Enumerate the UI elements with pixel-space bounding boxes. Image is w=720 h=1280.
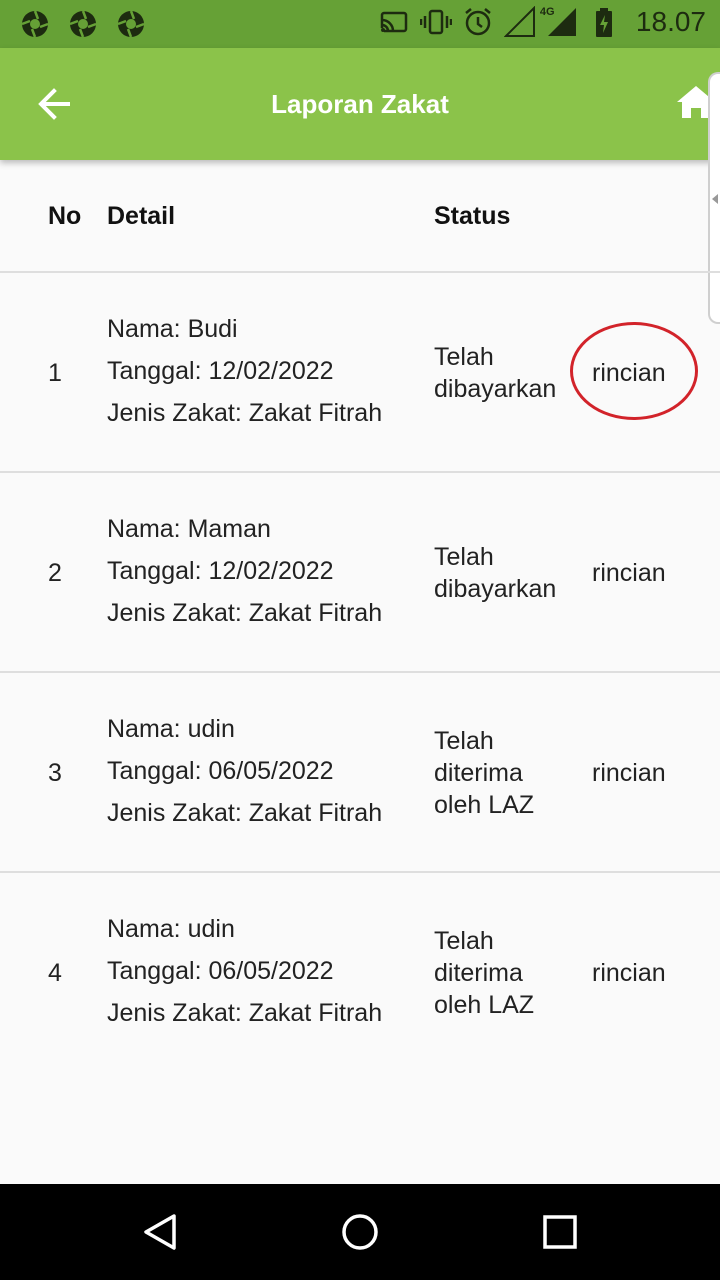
nav-home-button[interactable] [340, 1212, 380, 1252]
detail-tanggal: Tanggal: 06/05/2022 [107, 757, 334, 785]
back-triangle-icon [144, 1214, 176, 1250]
status-line: diterima [434, 759, 523, 787]
status-line: dibayarkan [434, 375, 557, 403]
rincian-link[interactable]: rincian [592, 552, 666, 594]
row-detail: Nama: Budi Tanggal: 12/02/2022 Jenis Zak… [107, 308, 382, 434]
status-line: oleh LAZ [434, 791, 535, 819]
rincian-label: rincian [592, 559, 666, 587]
cast-icon [377, 6, 410, 38]
home-circle-icon [342, 1214, 378, 1250]
status-line: Telah [434, 343, 494, 371]
detail-nama: Nama: udin [107, 715, 235, 743]
table-header: No Detail Status [0, 160, 720, 273]
row-detail: Nama: Maman Tanggal: 12/02/2022 Jenis Za… [107, 508, 382, 634]
row-number: 4 [48, 959, 62, 987]
detail-nama: Nama: Maman [107, 515, 271, 543]
detail-nama: Nama: udin [107, 915, 235, 943]
zakat-report-table: No Detail Status 1 Nama: Budi Tanggal: 1… [0, 160, 720, 1073]
signal-4g-icon: 4G [540, 6, 578, 38]
detail-jenis: Jenis Zakat: Zakat Fitrah [107, 399, 383, 427]
header-detail: Detail [107, 202, 176, 230]
table-row: 1 Nama: Budi Tanggal: 12/02/2022 Jenis Z… [0, 273, 720, 473]
alarm-icon [462, 6, 494, 38]
detail-jenis: Jenis Zakat: Zakat Fitrah [107, 799, 383, 827]
nav-back-button[interactable] [140, 1212, 180, 1252]
rincian-link[interactable]: rincian [592, 752, 666, 794]
table-row: 2 Nama: Maman Tanggal: 12/02/2022 Jenis … [0, 473, 720, 673]
nav-recents-button[interactable] [540, 1212, 580, 1252]
status-line: Telah [434, 927, 494, 955]
aperture-icon [68, 9, 98, 39]
table-row: 3 Nama: udin Tanggal: 06/05/2022 Jenis Z… [0, 673, 720, 873]
row-number: 3 [48, 759, 62, 787]
status-line: Telah [434, 727, 494, 755]
row-status: Telah diterima oleh LAZ [434, 725, 534, 821]
detail-tanggal: Tanggal: 06/05/2022 [107, 957, 334, 985]
detail-jenis: Jenis Zakat: Zakat Fitrah [107, 999, 383, 1027]
system-nav-bar [0, 1184, 720, 1280]
battery-charging-icon [588, 6, 620, 38]
vibrate-icon [419, 6, 453, 38]
detail-tanggal: Tanggal: 12/02/2022 [107, 557, 334, 585]
detail-tanggal: Tanggal: 12/02/2022 [107, 357, 334, 385]
status-line: oleh LAZ [434, 991, 535, 1019]
rincian-link[interactable]: rincian [570, 322, 698, 420]
aperture-icon [20, 9, 50, 39]
page-title: Laporan Zakat [271, 89, 449, 119]
system-icons: 4G 18.07 [377, 5, 706, 38]
row-status: Telah dibayarkan [434, 541, 556, 605]
notification-icons [20, 9, 146, 39]
rincian-label: rincian [592, 959, 666, 987]
table-row: 4 Nama: udin Tanggal: 06/05/2022 Jenis Z… [0, 873, 720, 1073]
signal-icon [503, 5, 536, 38]
detail-nama: Nama: Budi [107, 315, 238, 343]
status-line: dibayarkan [434, 575, 557, 603]
clock: 18.07 [635, 6, 706, 37]
header-status: Status [434, 202, 511, 230]
row-detail: Nama: udin Tanggal: 06/05/2022 Jenis Zak… [107, 908, 382, 1034]
row-status: Telah dibayarkan [434, 341, 556, 405]
row-detail: Nama: udin Tanggal: 06/05/2022 Jenis Zak… [107, 708, 382, 834]
detail-jenis: Jenis Zakat: Zakat Fitrah [107, 599, 383, 627]
rincian-label: rincian [592, 359, 666, 387]
recents-square-icon [543, 1215, 577, 1249]
rincian-label: rincian [592, 759, 666, 787]
header-no: No [48, 202, 82, 230]
status-line: Telah [434, 543, 494, 571]
app-bar: Laporan Zakat [0, 48, 720, 160]
aperture-icon [116, 9, 146, 39]
rincian-link[interactable]: rincian [592, 952, 666, 994]
row-number: 1 [48, 359, 62, 387]
status-bar: 4G 18.07 [0, 0, 720, 48]
network-type-label: 4G [539, 6, 555, 18]
row-status: Telah diterima oleh LAZ [434, 925, 534, 1021]
status-line: diterima [434, 959, 523, 987]
row-number: 2 [48, 559, 62, 587]
